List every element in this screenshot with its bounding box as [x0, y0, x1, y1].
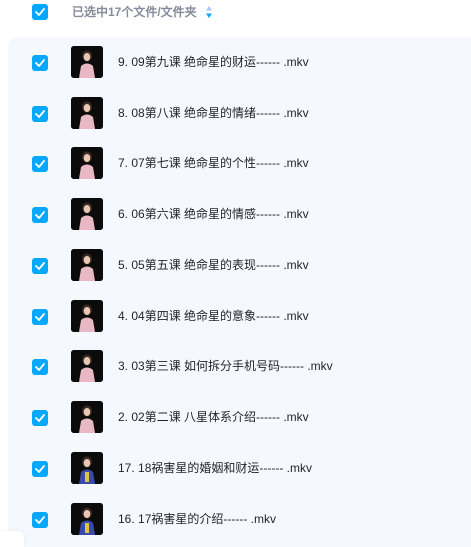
file-name[interactable]: 17. 18祸害星的婚姻和财运------ .mkv: [118, 460, 312, 476]
checkmark-icon: [35, 363, 45, 371]
file-row[interactable]: 4. 04第四课 绝命星的意象------ .mkv: [8, 291, 471, 342]
file-row[interactable]: 3. 03第三课 如何拆分手机号码------ .mkv: [8, 341, 471, 392]
file-checkbox[interactable]: [32, 106, 48, 122]
file-name[interactable]: 9. 09第九课 绝命星的财运------ .mkv: [118, 54, 309, 70]
file-checkbox[interactable]: [32, 410, 48, 426]
select-all-checkbox[interactable]: [32, 4, 48, 20]
file-checkbox[interactable]: [32, 207, 48, 223]
file-name[interactable]: 4. 04第四课 绝命星的意象------ .mkv: [118, 308, 309, 324]
video-thumbnail-pink[interactable]: [71, 46, 103, 78]
file-row[interactable]: 5. 05第五课 绝命星的表现------ .mkv: [8, 240, 471, 291]
video-thumbnail-pink[interactable]: [71, 198, 103, 230]
checkmark-icon: [35, 465, 45, 473]
video-thumbnail-pink[interactable]: [71, 350, 103, 382]
corner-tab: [0, 531, 24, 547]
checkmark-icon: [35, 516, 45, 524]
file-row[interactable]: 9. 09第九课 绝命星的财运------ .mkv: [8, 37, 471, 88]
selection-count-label: 已选中17个文件/文件夹: [72, 5, 197, 19]
video-thumbnail-blue[interactable]: [71, 503, 103, 535]
file-name[interactable]: 7. 07第七课 绝命星的个性------ .mkv: [118, 155, 309, 171]
file-name[interactable]: 8. 08第八课 绝命星的情绪------ .mkv: [118, 105, 309, 121]
file-checkbox[interactable]: [32, 55, 48, 71]
checkmark-icon: [35, 211, 45, 219]
video-thumbnail-pink[interactable]: [71, 300, 103, 332]
checkmark-icon: [35, 262, 45, 270]
video-thumbnail-pink[interactable]: [71, 249, 103, 281]
file-checkbox[interactable]: [32, 461, 48, 477]
file-checkbox[interactable]: [32, 359, 48, 375]
checkmark-icon: [35, 313, 45, 321]
video-thumbnail-blue[interactable]: [71, 452, 103, 484]
file-row[interactable]: 17. 18祸害星的婚姻和财运------ .mkv: [8, 443, 471, 494]
file-checkbox[interactable]: [32, 156, 48, 172]
file-name[interactable]: 3. 03第三课 如何拆分手机号码------ .mkv: [118, 358, 333, 374]
checkmark-icon: [35, 414, 45, 422]
video-thumbnail-pink[interactable]: [71, 401, 103, 433]
checkmark-icon: [35, 160, 45, 168]
file-row[interactable]: 8. 08第八课 绝命星的情绪------ .mkv: [8, 88, 471, 139]
checkmark-icon: [35, 59, 45, 67]
video-thumbnail-pink[interactable]: [71, 147, 103, 179]
file-checkbox[interactable]: [32, 309, 48, 325]
file-checkbox[interactable]: [32, 258, 48, 274]
selection-header: 已选中17个文件/文件夹: [0, 0, 471, 26]
checkmark-icon: [35, 8, 45, 16]
file-list: 9. 09第九课 绝命星的财运------ .mkv 8. 08第八课 绝命星的情…: [8, 37, 471, 547]
file-name[interactable]: 5. 05第五课 绝命星的表现------ .mkv: [118, 257, 309, 273]
checkmark-icon: [35, 110, 45, 118]
sort-updown-icon[interactable]: [205, 5, 213, 19]
file-name[interactable]: 16. 17祸害星的介绍------ .mkv: [118, 511, 276, 527]
file-row[interactable]: 7. 07第七课 绝命星的个性------ .mkv: [8, 138, 471, 189]
file-row[interactable]: 6. 06第六课 绝命星的情感------ .mkv: [8, 189, 471, 240]
file-checkbox[interactable]: [32, 512, 48, 528]
video-thumbnail-pink[interactable]: [71, 97, 103, 129]
file-name[interactable]: 2. 02第二课 八星体系介绍------ .mkv: [118, 409, 309, 425]
file-name[interactable]: 6. 06第六课 绝命星的情感------ .mkv: [118, 206, 309, 222]
file-row[interactable]: 16. 17祸害星的介绍------ .mkv: [8, 494, 471, 545]
file-row[interactable]: 2. 02第二课 八星体系介绍------ .mkv: [8, 392, 471, 443]
